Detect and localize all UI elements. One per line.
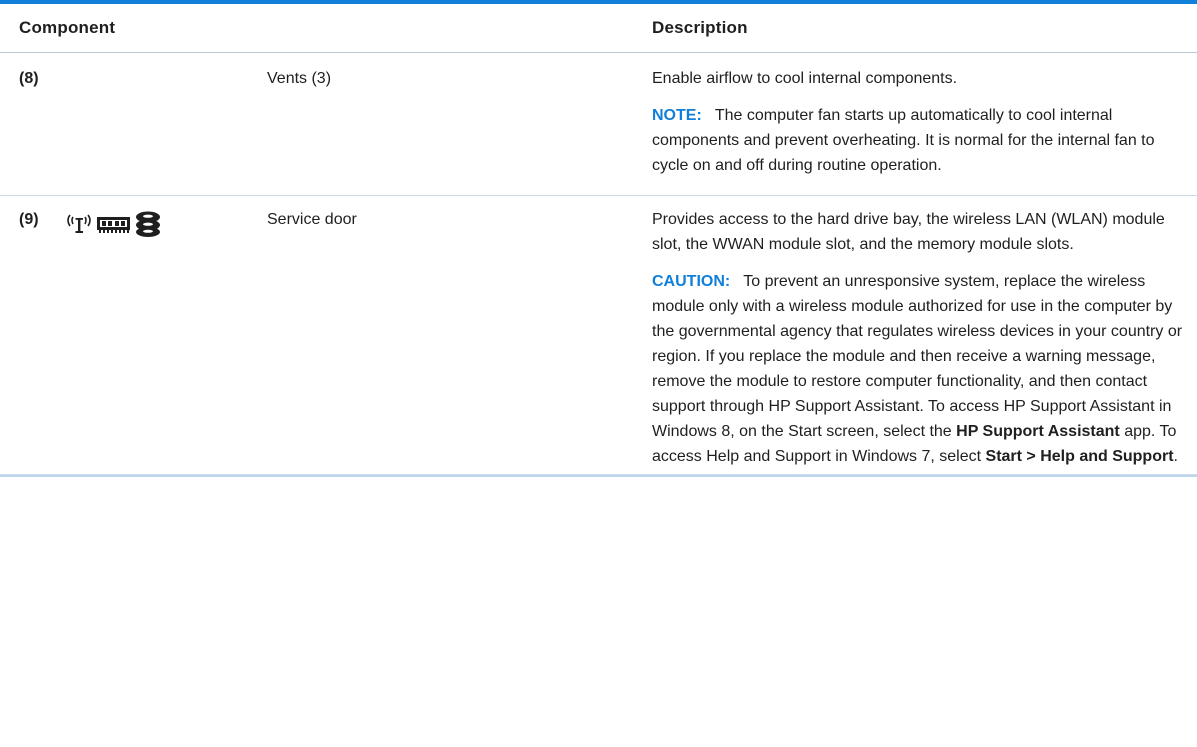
note-paragraph: NOTE: The computer fan starts up automat… [652,103,1185,178]
component-description: Enable airflow to cool internal componen… [652,66,1197,180]
component-table: Component Description (8) Vents (3) Enab… [0,0,1197,477]
table-row: (9) Service door Provides access to the … [0,196,1197,475]
caution-label: CAUTION: [652,273,731,290]
component-description: Provides access to the hard drive bay, t… [652,207,1197,469]
component-name: Vents (3) [267,70,332,87]
caution-text-end: . [1173,448,1178,465]
row-icon-cell [56,66,267,180]
memory-module-icon [96,210,132,241]
note-text: The computer fan starts up automatically… [652,107,1155,174]
caution-text: To prevent an unresponsive system, repla… [652,273,1183,440]
table-row: (8) Vents (3) Enable airflow to cool int… [0,53,1197,196]
table-header-row: Component Description [0,4,1197,53]
description-text: Provides access to the hard drive bay, t… [652,211,1165,253]
component-name: Service door [267,211,357,228]
row-number: (8) [19,70,39,87]
row-number: (9) [19,211,39,228]
hard-drive-icon [134,210,164,243]
menu-path-emphasis: Start > Help and Support [985,448,1174,465]
wireless-antenna-icon [64,210,94,241]
table-bottom-rule [0,475,1197,477]
column-header-description: Description [652,18,748,37]
column-header-component: Component [19,18,116,37]
row-icon-cell [56,207,267,469]
description-text: Enable airflow to cool internal componen… [652,70,958,87]
caution-paragraph: CAUTION: To prevent an unresponsive syst… [652,269,1185,469]
app-name-emphasis: HP Support Assistant [956,423,1120,440]
note-label: NOTE: [652,107,702,124]
icon-group [56,207,267,243]
